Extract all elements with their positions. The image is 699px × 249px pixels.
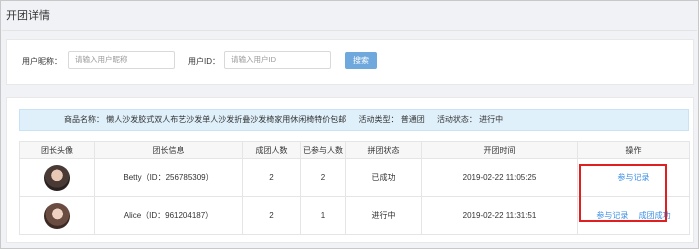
header-status: 拼团状态	[345, 141, 422, 159]
search-button[interactable]: 搜索	[345, 52, 377, 69]
start-time: 2019-02-22 11:05:25	[421, 158, 578, 197]
avatar-cell	[19, 196, 95, 235]
title-divider	[2, 30, 697, 31]
group-size: 2	[242, 196, 301, 235]
leader-info: Betty（ID：256785309）	[94, 158, 243, 197]
activity-status: 活动状态： 进行中	[436, 115, 504, 124]
header-avatar: 团长头像	[19, 141, 95, 159]
table-header-row: 团长头像 团长信息 成团人数 已参与人数 拼团状态 开团时间 操作	[19, 141, 690, 159]
avatar	[44, 164, 70, 191]
table-row: Alice（ID：961204187） 2 1 进行中 2019-02-22 1…	[19, 196, 690, 235]
start-time: 2019-02-22 11:31:51	[421, 196, 578, 235]
nickname-placeholder: 请输入用户昵称	[75, 55, 128, 64]
joined-count: 2	[300, 158, 346, 197]
header-group-size: 成团人数	[242, 141, 301, 159]
product-name: 商品名称： 懒人沙发胶式双人布艺沙发单人沙发折叠沙发椅家用休闲椅特价包邮	[64, 115, 347, 124]
group-success-link[interactable]: 成团成功	[639, 211, 671, 220]
window-frame: 开团详情 用户昵称： 请输入用户昵称 用户ID： 请输入用户ID 搜索 商品名称…	[0, 0, 699, 249]
search-panel: 用户昵称： 请输入用户昵称 用户ID： 请输入用户ID 搜索	[6, 39, 694, 85]
header-joined: 已参与人数	[300, 141, 346, 159]
actions-cell: 参与记录	[577, 158, 690, 197]
joined-count: 1	[300, 196, 346, 235]
group-list-panel: 商品名称： 懒人沙发胶式双人布艺沙发单人沙发折叠沙发椅家用休闲椅特价包邮 活动类…	[6, 97, 694, 243]
header-actions: 操作	[577, 141, 690, 159]
nickname-input[interactable]: 请输入用户昵称	[68, 51, 175, 69]
group-size: 2	[242, 158, 301, 197]
group-status: 进行中	[345, 196, 422, 235]
participation-record-link[interactable]: 参与记录	[618, 173, 650, 182]
activity-type: 活动类型： 普通团	[358, 115, 425, 124]
userid-label: 用户ID：	[188, 57, 220, 66]
userid-input[interactable]: 请输入用户ID	[224, 51, 331, 69]
page-title: 开团详情	[6, 10, 50, 22]
actions-cell: 参与记录 成团成功	[577, 196, 690, 235]
header-leader-info: 团长信息	[94, 141, 243, 159]
leader-info: Alice（ID：961204187）	[94, 196, 243, 235]
avatar-cell	[19, 158, 95, 197]
group-status: 已成功	[345, 158, 422, 197]
participation-record-link[interactable]: 参与记录	[596, 211, 628, 220]
avatar	[44, 202, 70, 229]
nickname-label: 用户昵称：	[22, 57, 62, 66]
table-row: Betty（ID：256785309） 2 2 已成功 2019-02-22 1…	[19, 158, 690, 197]
userid-placeholder: 请输入用户ID	[231, 55, 276, 64]
header-start-time: 开团时间	[421, 141, 578, 159]
group-table: 团长头像 团长信息 成团人数 已参与人数 拼团状态 开团时间 操作 Betty（…	[19, 141, 690, 235]
activity-info-bar: 商品名称： 懒人沙发胶式双人布艺沙发单人沙发折叠沙发椅家用休闲椅特价包邮 活动类…	[19, 109, 689, 131]
